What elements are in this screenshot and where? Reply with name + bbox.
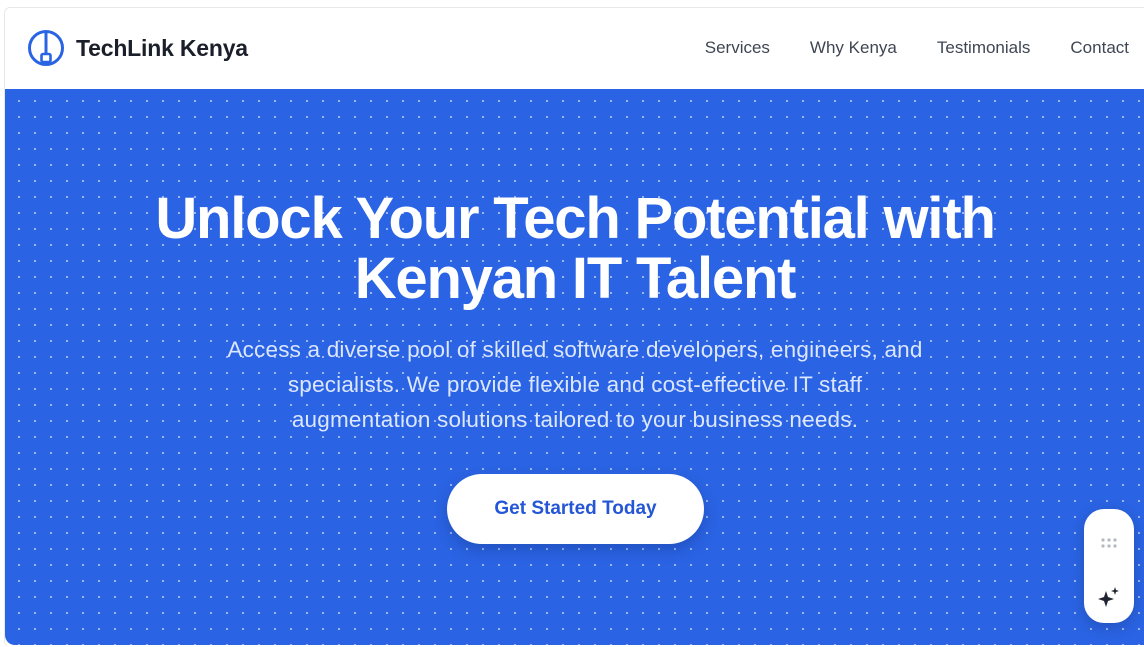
hero-subtitle-line-2: specialists. We provide flexible and cos… [287,372,863,397]
hero-title-line-1: Unlock Your Tech Potential with [155,186,996,251]
brand-name: TechLink Kenya [76,34,248,61]
hero-subtitle-line-1: Access a diverse pool of skilled softwar… [227,337,923,362]
get-started-button[interactable]: Get Started Today [447,474,704,544]
sparkle-icon[interactable] [1097,585,1121,609]
hero-subtitle: Access a diverse pool of skilled softwar… [155,332,995,437]
nav-link-why-kenya[interactable]: Why Kenya [810,38,897,58]
plug-circle-icon [28,30,64,66]
nav-link-contact[interactable]: Contact [1070,38,1129,58]
browser-viewport: TechLink Kenya Services Why Kenya Testim… [4,7,1144,647]
main-nav: Services Why Kenya Testimonials Contact [705,38,1129,58]
nav-link-testimonials[interactable]: Testimonials [937,38,1031,58]
brand[interactable]: TechLink Kenya [27,29,248,67]
hero-title: Unlock Your Tech Potential with Kenyan I… [5,189,1144,309]
hero-title-line-2: Kenyan IT Talent [354,246,797,311]
nav-link-services[interactable]: Services [705,38,770,58]
drag-grip-icon[interactable] [1100,537,1118,549]
hero-subtitle-line-3: augmentation solutions tailored to your … [291,407,859,432]
top-navbar: TechLink Kenya Services Why Kenya Testim… [5,8,1144,89]
hero-section: Unlock Your Tech Potential with Kenyan I… [5,89,1144,645]
floating-assistant-widget [1084,509,1134,623]
